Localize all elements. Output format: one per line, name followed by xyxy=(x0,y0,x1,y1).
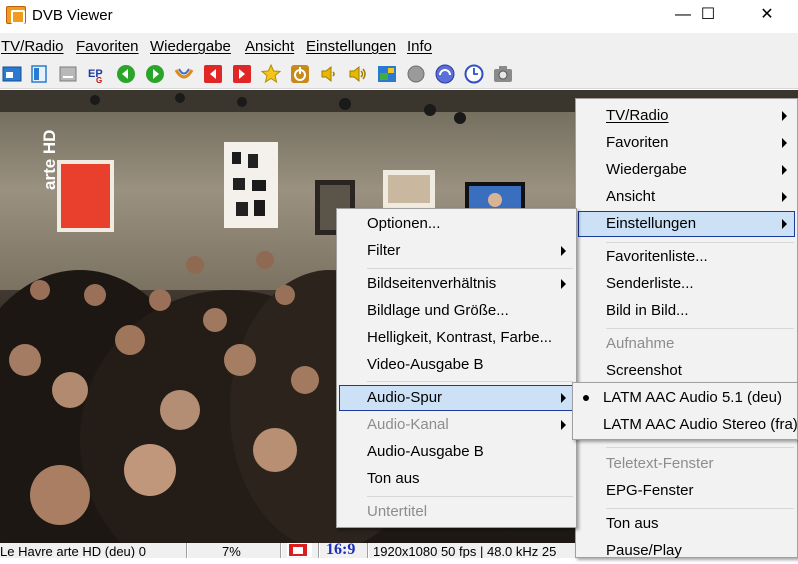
menu-einstellungen[interactable]: Einstellungen xyxy=(306,38,396,55)
sub-ton-aus[interactable]: Ton aus xyxy=(339,466,574,492)
volume-down-icon[interactable] xyxy=(319,64,339,84)
audio-track-deu[interactable]: LATM AAC Audio 5.1 (deu) xyxy=(575,385,795,411)
sub-filter[interactable]: Filter xyxy=(339,238,574,264)
sub-bildseitenverhaeltnis[interactable]: Bildseitenverhältnis xyxy=(339,271,574,297)
back-icon[interactable] xyxy=(116,64,136,84)
ctx-teletext-fenster: Teletext-Fenster xyxy=(606,455,714,472)
epg-icon[interactable]: EPG xyxy=(87,64,107,84)
sub-untertitel: Untertitel xyxy=(367,503,428,520)
timeshift-icon[interactable] xyxy=(435,64,455,84)
prev-channel-icon[interactable] xyxy=(203,64,223,84)
snapshot-icon[interactable] xyxy=(493,64,513,84)
radio-check-icon xyxy=(583,395,589,401)
menu-wiedergabe[interactable]: Wiedergabe xyxy=(150,38,231,55)
svg-text:G: G xyxy=(96,76,102,84)
menu-bar: TV/Radio Favoriten Wiedergabe Ansicht Ei… xyxy=(0,33,798,59)
ctx-bild-in-bild[interactable]: Bild in Bild... xyxy=(578,298,795,324)
status-tv-icon xyxy=(287,543,312,557)
clock-icon[interactable] xyxy=(464,64,484,84)
window-icon[interactable] xyxy=(29,64,49,84)
ctx-tv-radio[interactable]: TV/Radio xyxy=(578,103,795,129)
menu-info[interactable]: Info xyxy=(407,38,432,55)
status-format: 1920x1080 50 fps | 48.0 kHz 25 xyxy=(373,544,557,558)
status-aspect: 16:9 xyxy=(326,543,356,558)
favorites-star-icon[interactable] xyxy=(261,64,281,84)
status-percent: 7% xyxy=(222,544,241,558)
forward-icon[interactable] xyxy=(145,64,165,84)
stop-icon[interactable] xyxy=(406,64,426,84)
context-menu: TV/Radio Favoriten Wiedergabe Ansicht Ei… xyxy=(575,98,798,559)
sub-audio-spur[interactable]: Audio-Spur xyxy=(339,385,574,411)
channel-logo: arte HD xyxy=(40,130,59,190)
app-icon xyxy=(6,6,26,24)
picture-icon[interactable] xyxy=(377,64,397,84)
menu-ansicht[interactable]: Ansicht xyxy=(245,38,294,55)
title-bar: DVB Viewer — ☐ ✕ xyxy=(0,0,798,32)
audio-track-fra[interactable]: LATM AAC Audio Stereo (fra) xyxy=(575,412,798,438)
ctx-ansicht[interactable]: Ansicht xyxy=(578,184,795,210)
ctx-aufnahme: Aufnahme xyxy=(606,335,675,352)
sub-optionen[interactable]: Optionen... xyxy=(339,211,574,237)
sub-helligkeit[interactable]: Helligkeit, Kontrast, Farbe... xyxy=(339,325,574,351)
maximize-button[interactable]: ☐ xyxy=(685,0,731,30)
ctx-wiedergabe[interactable]: Wiedergabe xyxy=(578,157,795,183)
menu-favoriten[interactable]: Favoriten xyxy=(76,38,139,55)
settings-submenu: Optionen... Filter Bildseitenverhältnis … xyxy=(336,208,577,528)
menu-tv-radio[interactable]: TV/Radio xyxy=(1,38,64,55)
status-channel: Le Havre arte HD (deu) 0 xyxy=(0,544,146,558)
power-icon[interactable] xyxy=(290,64,310,84)
ctx-ton-aus[interactable]: Ton aus xyxy=(578,511,795,537)
ctx-screenshot[interactable]: Screenshot xyxy=(578,358,795,384)
sub-audio-kanal: Audio-Kanal xyxy=(339,412,574,438)
next-channel-icon[interactable] xyxy=(232,64,252,84)
ctx-einstellungen[interactable]: Einstellungen xyxy=(578,211,795,237)
ctx-pause-play[interactable]: Pause/Play xyxy=(578,538,795,564)
ctx-favoriten[interactable]: Favoriten xyxy=(578,130,795,156)
sub-bildlage[interactable]: Bildlage und Größe... xyxy=(339,298,574,324)
ctx-epg-fenster[interactable]: EPG-Fenster xyxy=(578,478,795,504)
record-icon[interactable] xyxy=(174,64,194,84)
ctx-senderliste[interactable]: Senderliste... xyxy=(578,271,795,297)
volume-up-icon[interactable] xyxy=(348,64,368,84)
minimize-icon[interactable] xyxy=(58,64,78,84)
window-title: DVB Viewer xyxy=(32,7,113,24)
sub-audio-ausgabe[interactable]: Audio-Ausgabe B xyxy=(339,439,574,465)
toolbar: EP G xyxy=(0,59,798,89)
ctx-favoritenliste[interactable]: Favoritenliste... xyxy=(578,244,795,270)
close-button[interactable]: ✕ xyxy=(744,0,790,30)
audio-track-submenu: LATM AAC Audio 5.1 (deu) LATM AAC Audio … xyxy=(572,382,798,440)
display-mode-icon[interactable] xyxy=(2,64,22,84)
sub-video-ausgabe[interactable]: Video-Ausgabe B xyxy=(339,352,574,378)
